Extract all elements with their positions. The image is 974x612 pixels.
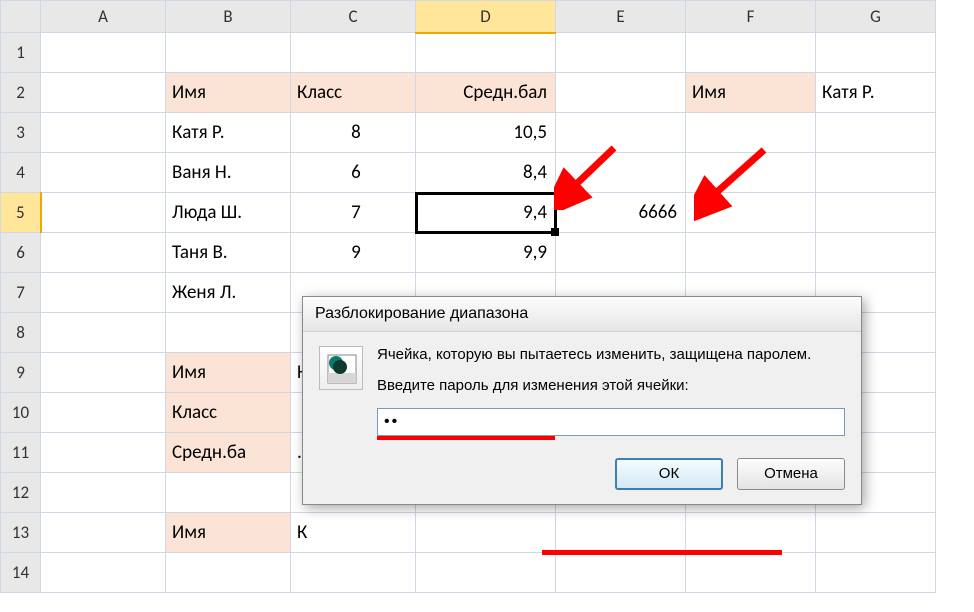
cell-C14[interactable] [291,553,416,593]
row-header-6[interactable]: 6 [1,233,41,273]
cell-E1[interactable] [556,33,686,73]
cell-G13[interactable] [816,513,936,553]
cell-G14[interactable] [816,553,936,593]
cell-C5[interactable]: 7 [291,193,416,233]
cell-A12[interactable] [41,473,166,513]
dialog-message: Ячейка, которую вы пытаетесь изменить, з… [377,346,845,365]
cell-B7[interactable]: Женя Л. [166,273,291,313]
row-header-8[interactable]: 8 [1,313,41,353]
cell-A8[interactable] [41,313,166,353]
cell-E6[interactable] [556,233,686,273]
cancel-button[interactable]: Отмена [737,458,845,490]
cell-F13[interactable] [686,513,816,553]
dialog-title: Разблокирование диапазона [303,297,861,332]
cell-A6[interactable] [41,233,166,273]
cell-E3[interactable] [556,113,686,153]
cell-E13[interactable] [556,513,686,553]
cell-B9[interactable]: Имя [166,353,291,393]
cell-F5[interactable] [686,193,816,233]
annotation-underline [542,550,782,555]
cell-F2[interactable]: Имя [686,73,816,113]
cell-B10[interactable]: Класс [166,393,291,433]
row-header-12[interactable]: 12 [1,473,41,513]
lock-sheet-icon [319,346,363,390]
cell-A5[interactable] [41,193,166,233]
password-input[interactable] [377,408,845,436]
cell-B8[interactable] [166,313,291,353]
cell-A7[interactable] [41,273,166,313]
cell-E4[interactable] [556,153,686,193]
cell-C4[interactable]: 6 [291,153,416,193]
unlock-range-dialog: Разблокирование диапазона Ячейка, котору… [302,296,862,505]
row-header-10[interactable]: 10 [1,393,41,433]
cell-B2[interactable]: Имя [166,73,291,113]
ok-button[interactable]: ОК [615,458,723,490]
col-header-B[interactable]: B [166,1,291,33]
cell-F4[interactable] [686,153,816,193]
cell-A10[interactable] [41,393,166,433]
col-header-F[interactable]: F [686,1,816,33]
cell-D4[interactable]: 8,4 [416,153,556,193]
cell-B14[interactable] [166,553,291,593]
cell-A4[interactable] [41,153,166,193]
cell-C2[interactable]: Класс [291,73,416,113]
cell-C13[interactable]: К [291,513,416,553]
col-header-E[interactable]: E [556,1,686,33]
cell-G6[interactable] [816,233,936,273]
cell-G5[interactable] [816,193,936,233]
cell-D2[interactable]: Средн.бал [416,73,556,113]
row-header-4[interactable]: 4 [1,153,41,193]
cell-F1[interactable] [686,33,816,73]
dialog-prompt: Введите пароль для изменения этой ячейки… [377,377,845,396]
cell-A11[interactable] [41,433,166,473]
cell-F3[interactable] [686,113,816,153]
cell-A3[interactable] [41,113,166,153]
cell-C3[interactable]: 8 [291,113,416,153]
cell-A2[interactable] [41,73,166,113]
cell-D1[interactable] [416,33,556,73]
row-header-14[interactable]: 14 [1,553,41,593]
cell-F6[interactable] [686,233,816,273]
cell-B12[interactable] [166,473,291,513]
cell-D13[interactable] [416,513,556,553]
row-header-1[interactable]: 1 [1,33,41,73]
cell-A13[interactable] [41,513,166,553]
col-header-C[interactable]: C [291,1,416,33]
row-header-5[interactable]: 5 [1,193,41,233]
cell-G4[interactable] [816,153,936,193]
cell-B13[interactable]: Имя [166,513,291,553]
cell-G1[interactable] [816,33,936,73]
col-header-G[interactable]: G [816,1,936,33]
cell-E5[interactable]: 6666 [556,193,686,233]
cell-D6[interactable]: 9,9 [416,233,556,273]
cell-D5[interactable]: 9,4 [416,193,556,233]
cell-F14[interactable] [686,553,816,593]
cell-G2[interactable]: Катя Р. [816,73,936,113]
cell-E2[interactable] [556,73,686,113]
cell-B4[interactable]: Ваня Н. [166,153,291,193]
row-header-3[interactable]: 3 [1,113,41,153]
cell-B1[interactable] [166,33,291,73]
row-header-7[interactable]: 7 [1,273,41,313]
row-header-9[interactable]: 9 [1,353,41,393]
cell-C6[interactable]: 9 [291,233,416,273]
cell-B3[interactable]: Катя Р. [166,113,291,153]
cell-B6[interactable]: Таня В. [166,233,291,273]
cell-A9[interactable] [41,353,166,393]
cell-D3[interactable]: 10,5 [416,113,556,153]
col-header-D[interactable]: D [416,1,556,33]
row-header-13[interactable]: 13 [1,513,41,553]
row-header-2[interactable]: 2 [1,73,41,113]
col-header-A[interactable]: A [41,1,166,33]
cell-E14[interactable] [556,553,686,593]
cell-A1[interactable] [41,33,166,73]
cell-C1[interactable] [291,33,416,73]
cell-G3[interactable] [816,113,936,153]
cell-A14[interactable] [41,553,166,593]
cell-D14[interactable] [416,553,556,593]
cell-B11[interactable]: Средн.ба [166,433,291,473]
select-all-corner[interactable] [1,1,41,33]
row-header-11[interactable]: 11 [1,433,41,473]
cell-B5[interactable]: Люда Ш. [166,193,291,233]
